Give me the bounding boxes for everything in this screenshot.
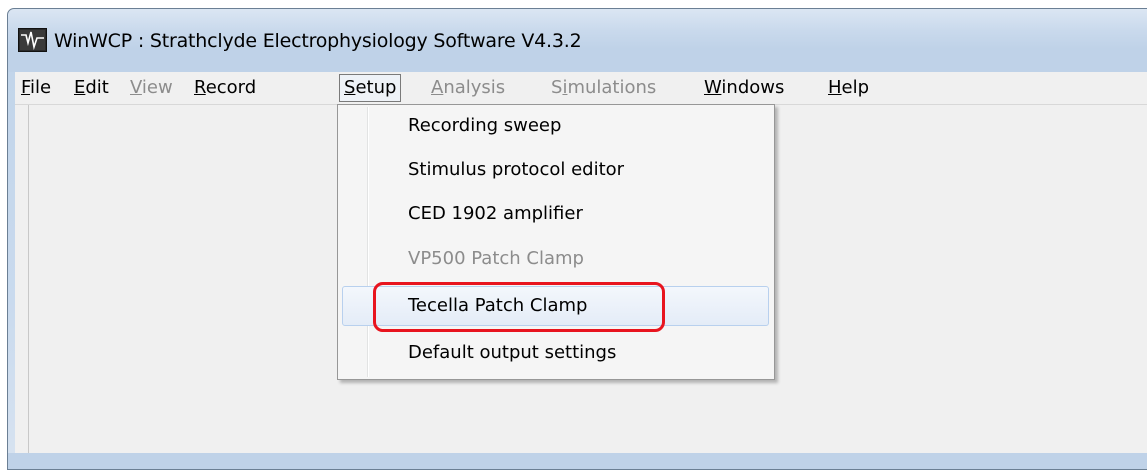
menu-bar: File Edit View Record Setup Analysis Sim… xyxy=(15,72,1147,105)
menu-windows[interactable]: Windows xyxy=(704,75,784,101)
setup-dropdown-menu: Recording sweep Stimulus protocol editor… xyxy=(337,104,775,380)
window-left-border xyxy=(8,72,15,453)
client-area-edge xyxy=(28,105,29,453)
menu-analysis[interactable]: Analysis xyxy=(431,75,505,101)
menu-view[interactable]: View xyxy=(130,75,173,101)
menu-help[interactable]: Help xyxy=(828,75,869,101)
menu-edit[interactable]: Edit xyxy=(74,75,109,101)
menu-item-stimulus-protocol-editor[interactable]: Stimulus protocol editor xyxy=(342,151,769,189)
menu-item-recording-sweep[interactable]: Recording sweep xyxy=(342,107,769,145)
menu-item-ced-1902-amplifier[interactable]: CED 1902 amplifier xyxy=(342,195,769,233)
menu-file[interactable]: File xyxy=(21,75,51,101)
red-highlight-annotation xyxy=(373,282,665,332)
menu-record[interactable]: Record xyxy=(194,75,256,101)
menu-setup[interactable]: Setup xyxy=(339,74,402,102)
menu-item-default-output-settings[interactable]: Default output settings xyxy=(342,334,769,372)
menu-item-vp500-patch-clamp[interactable]: VP500 Patch Clamp xyxy=(342,240,769,278)
window-title: WinWCP : Strathclyde Electrophysiology S… xyxy=(54,30,582,52)
menu-simulations[interactable]: Simulations xyxy=(551,75,656,101)
app-window: WinWCP : Strathclyde Electrophysiology S… xyxy=(0,0,1147,470)
waveform-app-icon xyxy=(18,28,47,52)
